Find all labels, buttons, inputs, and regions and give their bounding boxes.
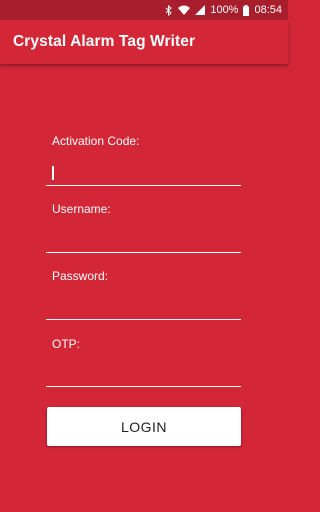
otp-field[interactable]: [46, 365, 241, 387]
login-button[interactable]: LOGIN: [47, 407, 241, 446]
otp-label: OTP:: [52, 337, 81, 351]
password-field[interactable]: [46, 298, 241, 320]
username-field[interactable]: [46, 231, 241, 253]
clock: 08:54: [254, 4, 282, 16]
username-label: Username:: [52, 202, 111, 216]
signal-icon: [195, 5, 206, 15]
bluetooth-icon: [165, 4, 173, 16]
battery-percent: 100%: [210, 4, 239, 16]
activation-code-label: Activation Code:: [52, 134, 140, 148]
status-bar: 100% 08:54: [0, 0, 288, 20]
password-label: Password:: [52, 269, 109, 283]
wifi-icon: [178, 5, 191, 15]
login-form: Activation Code: Username: Password: OTP…: [0, 0, 288, 512]
text-cursor: [52, 166, 54, 180]
activation-code-field[interactable]: [46, 164, 241, 186]
app-bar: Crystal Alarm Tag Writer: [0, 20, 288, 64]
app-title: Crystal Alarm Tag Writer: [13, 33, 196, 50]
battery-icon: [243, 4, 250, 16]
